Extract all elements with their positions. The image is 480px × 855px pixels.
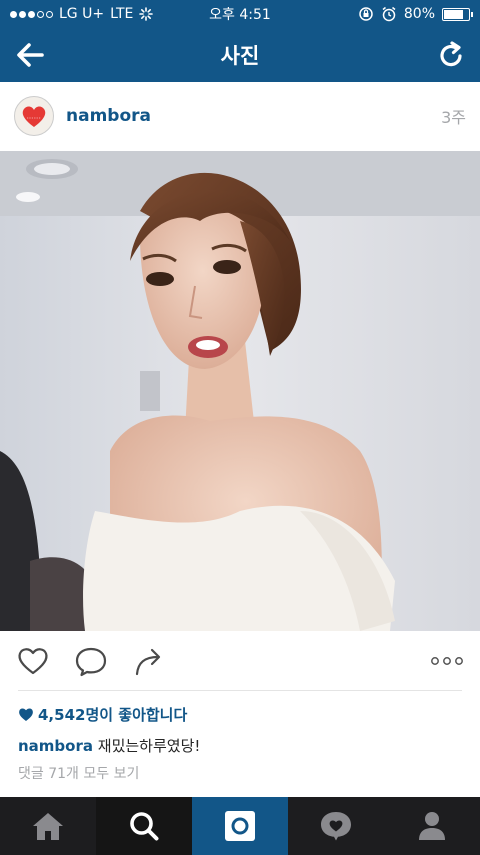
filled-heart-icon xyxy=(19,708,33,721)
post-header: nambora 3주 xyxy=(0,82,480,150)
share-arrow-icon[interactable] xyxy=(132,644,166,678)
tab-profile[interactable] xyxy=(384,797,480,855)
post-photo[interactable] xyxy=(0,151,480,631)
battery-percent: 80% xyxy=(403,6,435,22)
caption-text: 재밌는하루였당! xyxy=(97,737,201,755)
view-all-comments-link[interactable]: 댓글 71개 모두 보기 xyxy=(18,763,139,783)
heart-logo-icon xyxy=(22,106,46,127)
tab-home[interactable] xyxy=(0,797,96,855)
back-arrow-icon[interactable] xyxy=(14,40,46,70)
network-label: LTE xyxy=(110,6,134,22)
caption-username[interactable]: nambora xyxy=(18,737,93,755)
post-caption: nambora 재밌는하루였당! xyxy=(18,735,200,756)
rotation-lock-icon xyxy=(359,7,373,21)
page-title: 사진 xyxy=(220,44,260,68)
portrait-photo-illustration xyxy=(0,151,480,631)
tab-activity[interactable] xyxy=(288,797,384,855)
profile-icon xyxy=(419,812,445,840)
post-username[interactable]: nambora xyxy=(66,106,151,126)
actions-divider xyxy=(18,690,462,691)
carrier-label: LG U+ xyxy=(59,6,105,22)
loading-spinner-icon xyxy=(139,7,154,21)
refresh-icon[interactable] xyxy=(438,40,466,70)
comment-bubble-icon[interactable] xyxy=(74,644,108,678)
status-bar: LG U+ LTE 오후 4:51 80% xyxy=(0,0,480,28)
post-time: 3주 xyxy=(441,108,466,127)
status-right: 80% xyxy=(358,6,473,22)
status-left: LG U+ LTE xyxy=(10,6,154,22)
signal-strength-icon xyxy=(10,10,53,18)
avatar[interactable] xyxy=(14,96,54,136)
alarm-icon xyxy=(382,6,396,22)
home-icon xyxy=(33,813,63,840)
likes-label: 4,542명이 좋아합니다 xyxy=(38,706,188,724)
activity-heart-icon xyxy=(321,812,351,841)
more-options-icon[interactable] xyxy=(430,656,464,666)
likes-count[interactable]: 4,542명이 좋아합니다 xyxy=(18,704,187,725)
post-actions xyxy=(0,632,480,690)
camera-icon xyxy=(225,811,255,841)
nav-bar: 사진 xyxy=(0,28,480,82)
search-icon xyxy=(130,812,159,841)
battery-icon xyxy=(442,7,473,21)
tab-bar xyxy=(0,797,480,855)
tab-search[interactable] xyxy=(96,797,192,855)
tab-camera[interactable] xyxy=(192,797,288,855)
like-heart-icon[interactable] xyxy=(16,644,50,678)
